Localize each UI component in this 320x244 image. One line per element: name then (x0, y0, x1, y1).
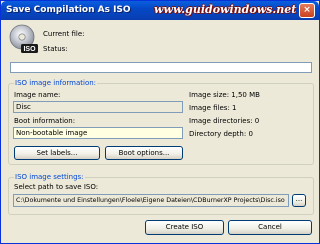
dialog-window: Save Compilation As ISO www.guidowindows… (0, 0, 320, 244)
image-name-field[interactable]: Disc (13, 101, 183, 113)
boot-info-label: Boot information: (14, 117, 76, 125)
set-labels-button[interactable]: Set labels... (14, 146, 100, 160)
image-size-text: Image size: 1,50 MB (189, 91, 260, 99)
status-label: Status: (43, 45, 68, 53)
image-name-label: Image name: (14, 91, 61, 99)
cancel-button[interactable]: Cancel (228, 220, 312, 235)
create-iso-button[interactable]: Create ISO (145, 220, 224, 235)
save-path-input[interactable]: C:\Dokumente und Einstellungen\Floele\Ei… (13, 194, 289, 207)
boot-options-button[interactable]: Boot options... (105, 146, 183, 160)
iso-info-group-title: ISO image information: (14, 79, 98, 87)
close-button[interactable]: × (299, 3, 315, 18)
browse-button[interactable]: ... (292, 194, 306, 207)
iso-settings-group-title: ISO image settings: (14, 173, 85, 181)
image-files-text: Image files: 1 (189, 104, 237, 112)
watermark-text: www.guidowindows.net (154, 3, 297, 16)
boot-info-field: Non-bootable image (13, 127, 183, 139)
iso-badge-text: ISO (23, 46, 36, 53)
directory-depth-text: Directory depth: 0 (189, 130, 253, 138)
save-path-label: Select path to save ISO: (14, 183, 99, 191)
image-directories-text: Image directories: 0 (189, 117, 260, 125)
window-title: Save Compilation As ISO (6, 5, 131, 15)
title-bar[interactable]: Save Compilation As ISO www.guidowindows… (1, 1, 319, 20)
disc-iso-icon: ISO (9, 24, 38, 53)
progress-bar (10, 62, 312, 73)
current-file-label: Current file: (43, 30, 85, 38)
